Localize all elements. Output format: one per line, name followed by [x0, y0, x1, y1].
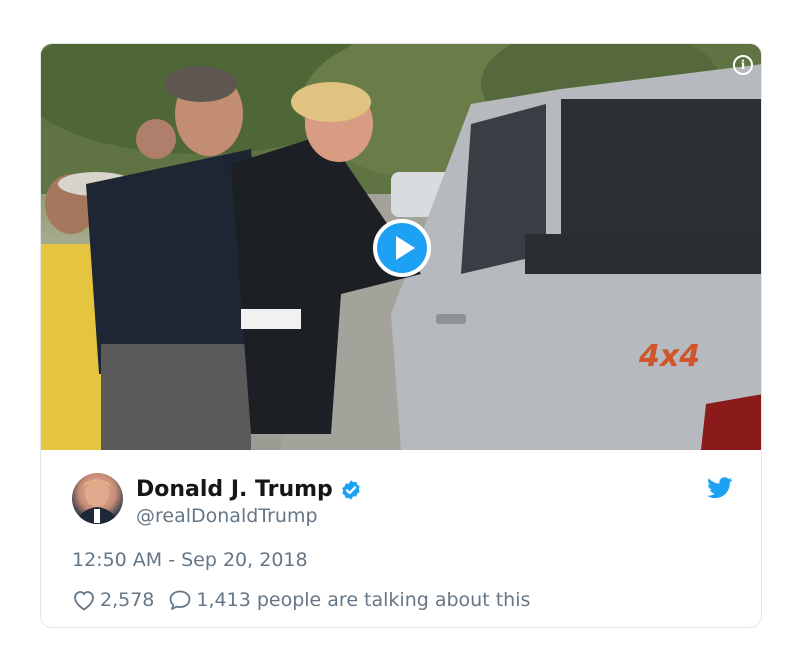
verified-badge-icon: [342, 479, 360, 500]
reply-bubble-icon: [170, 590, 191, 610]
video-thumbnail[interactable]: 4x4 i: [41, 44, 761, 450]
tweet-timestamp[interactable]: 12:50 AM - Sep 20, 2018: [72, 549, 308, 571]
heart-icon: [74, 591, 94, 611]
info-icon[interactable]: i: [733, 55, 753, 75]
display-name[interactable]: Donald J. Trump: [136, 477, 362, 502]
display-name-text: Donald J. Trump: [136, 477, 333, 502]
conversation-stat[interactable]: 1,413 people are talking about this: [168, 589, 530, 611]
talking-count: 1,413 people are talking about this: [196, 589, 531, 611]
like-stat[interactable]: 2,578: [72, 589, 154, 611]
play-button[interactable]: [373, 219, 431, 277]
engagement-stats: 2,578 1,413 people are talking about thi…: [72, 589, 530, 611]
tweet-footer: Donald J. Trump @realDonaldTrump 12:50 A…: [41, 450, 761, 627]
user-handle[interactable]: @realDonaldTrump: [136, 505, 318, 527]
twitter-bird-icon[interactable]: [707, 477, 733, 499]
avatar[interactable]: [72, 473, 123, 524]
like-count: 2,578: [100, 589, 155, 611]
tweet-embed-card[interactable]: 4x4 i Donald J. Trump @realDonaldTrump 1…: [40, 43, 762, 628]
avatar-image: [76, 479, 119, 524]
svg-text:4x4: 4x4: [638, 339, 700, 374]
play-icon: [396, 236, 415, 260]
